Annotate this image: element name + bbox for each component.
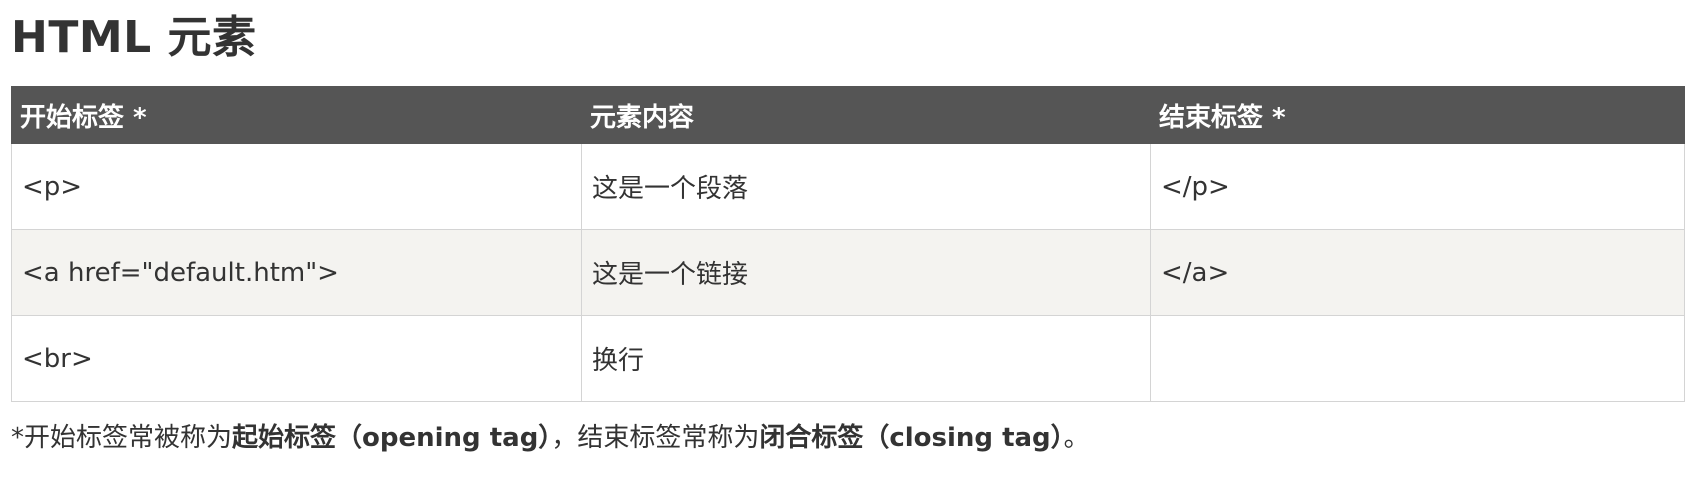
footnote-bold-term: 起始标签（opening tag） <box>232 423 552 453</box>
cell-element-content: 这是一个段落 <box>581 143 1151 230</box>
header-element-content: 元素内容 <box>581 86 1151 144</box>
table-row: <a href="default.htm"> 这是一个链接 </a> <box>11 229 1685 316</box>
footnote: *开始标签常被称为起始标签（opening tag），结束标签常称为闭合标签（c… <box>11 418 1684 458</box>
footnote-text: 。 <box>1063 423 1090 453</box>
cell-element-content: 这是一个链接 <box>581 229 1151 316</box>
header-end-tag: 结束标签 * <box>1150 86 1685 144</box>
cell-end-tag <box>1150 315 1685 402</box>
cell-end-tag: </p> <box>1150 143 1685 230</box>
table-row: <br> 换行 <box>11 315 1685 402</box>
page-content: HTML 元素 开始标签 * 元素内容 结束标签 * <p> 这是一个段落 </… <box>11 0 1685 484</box>
footnote-text: ，结束标签常称为 <box>551 423 760 453</box>
cell-start-tag: <br> <box>11 315 582 402</box>
footnote-bold-term: 闭合标签（closing tag） <box>759 423 1064 453</box>
html-element-table: 开始标签 * 元素内容 结束标签 * <p> 这是一个段落 </p> <a hr… <box>11 86 1685 402</box>
header-start-tag: 开始标签 * <box>11 86 582 144</box>
cell-start-tag: <p> <box>11 143 582 230</box>
table-row: <p> 这是一个段落 </p> <box>11 143 1685 230</box>
footnote-text: *开始标签常被称为 <box>11 423 233 453</box>
cell-end-tag: </a> <box>1150 229 1685 316</box>
cell-start-tag: <a href="default.htm"> <box>11 229 582 316</box>
table-header-row: 开始标签 * 元素内容 结束标签 * <box>11 86 1685 144</box>
page-title: HTML 元素 <box>11 12 257 63</box>
cell-element-content: 换行 <box>581 315 1151 402</box>
